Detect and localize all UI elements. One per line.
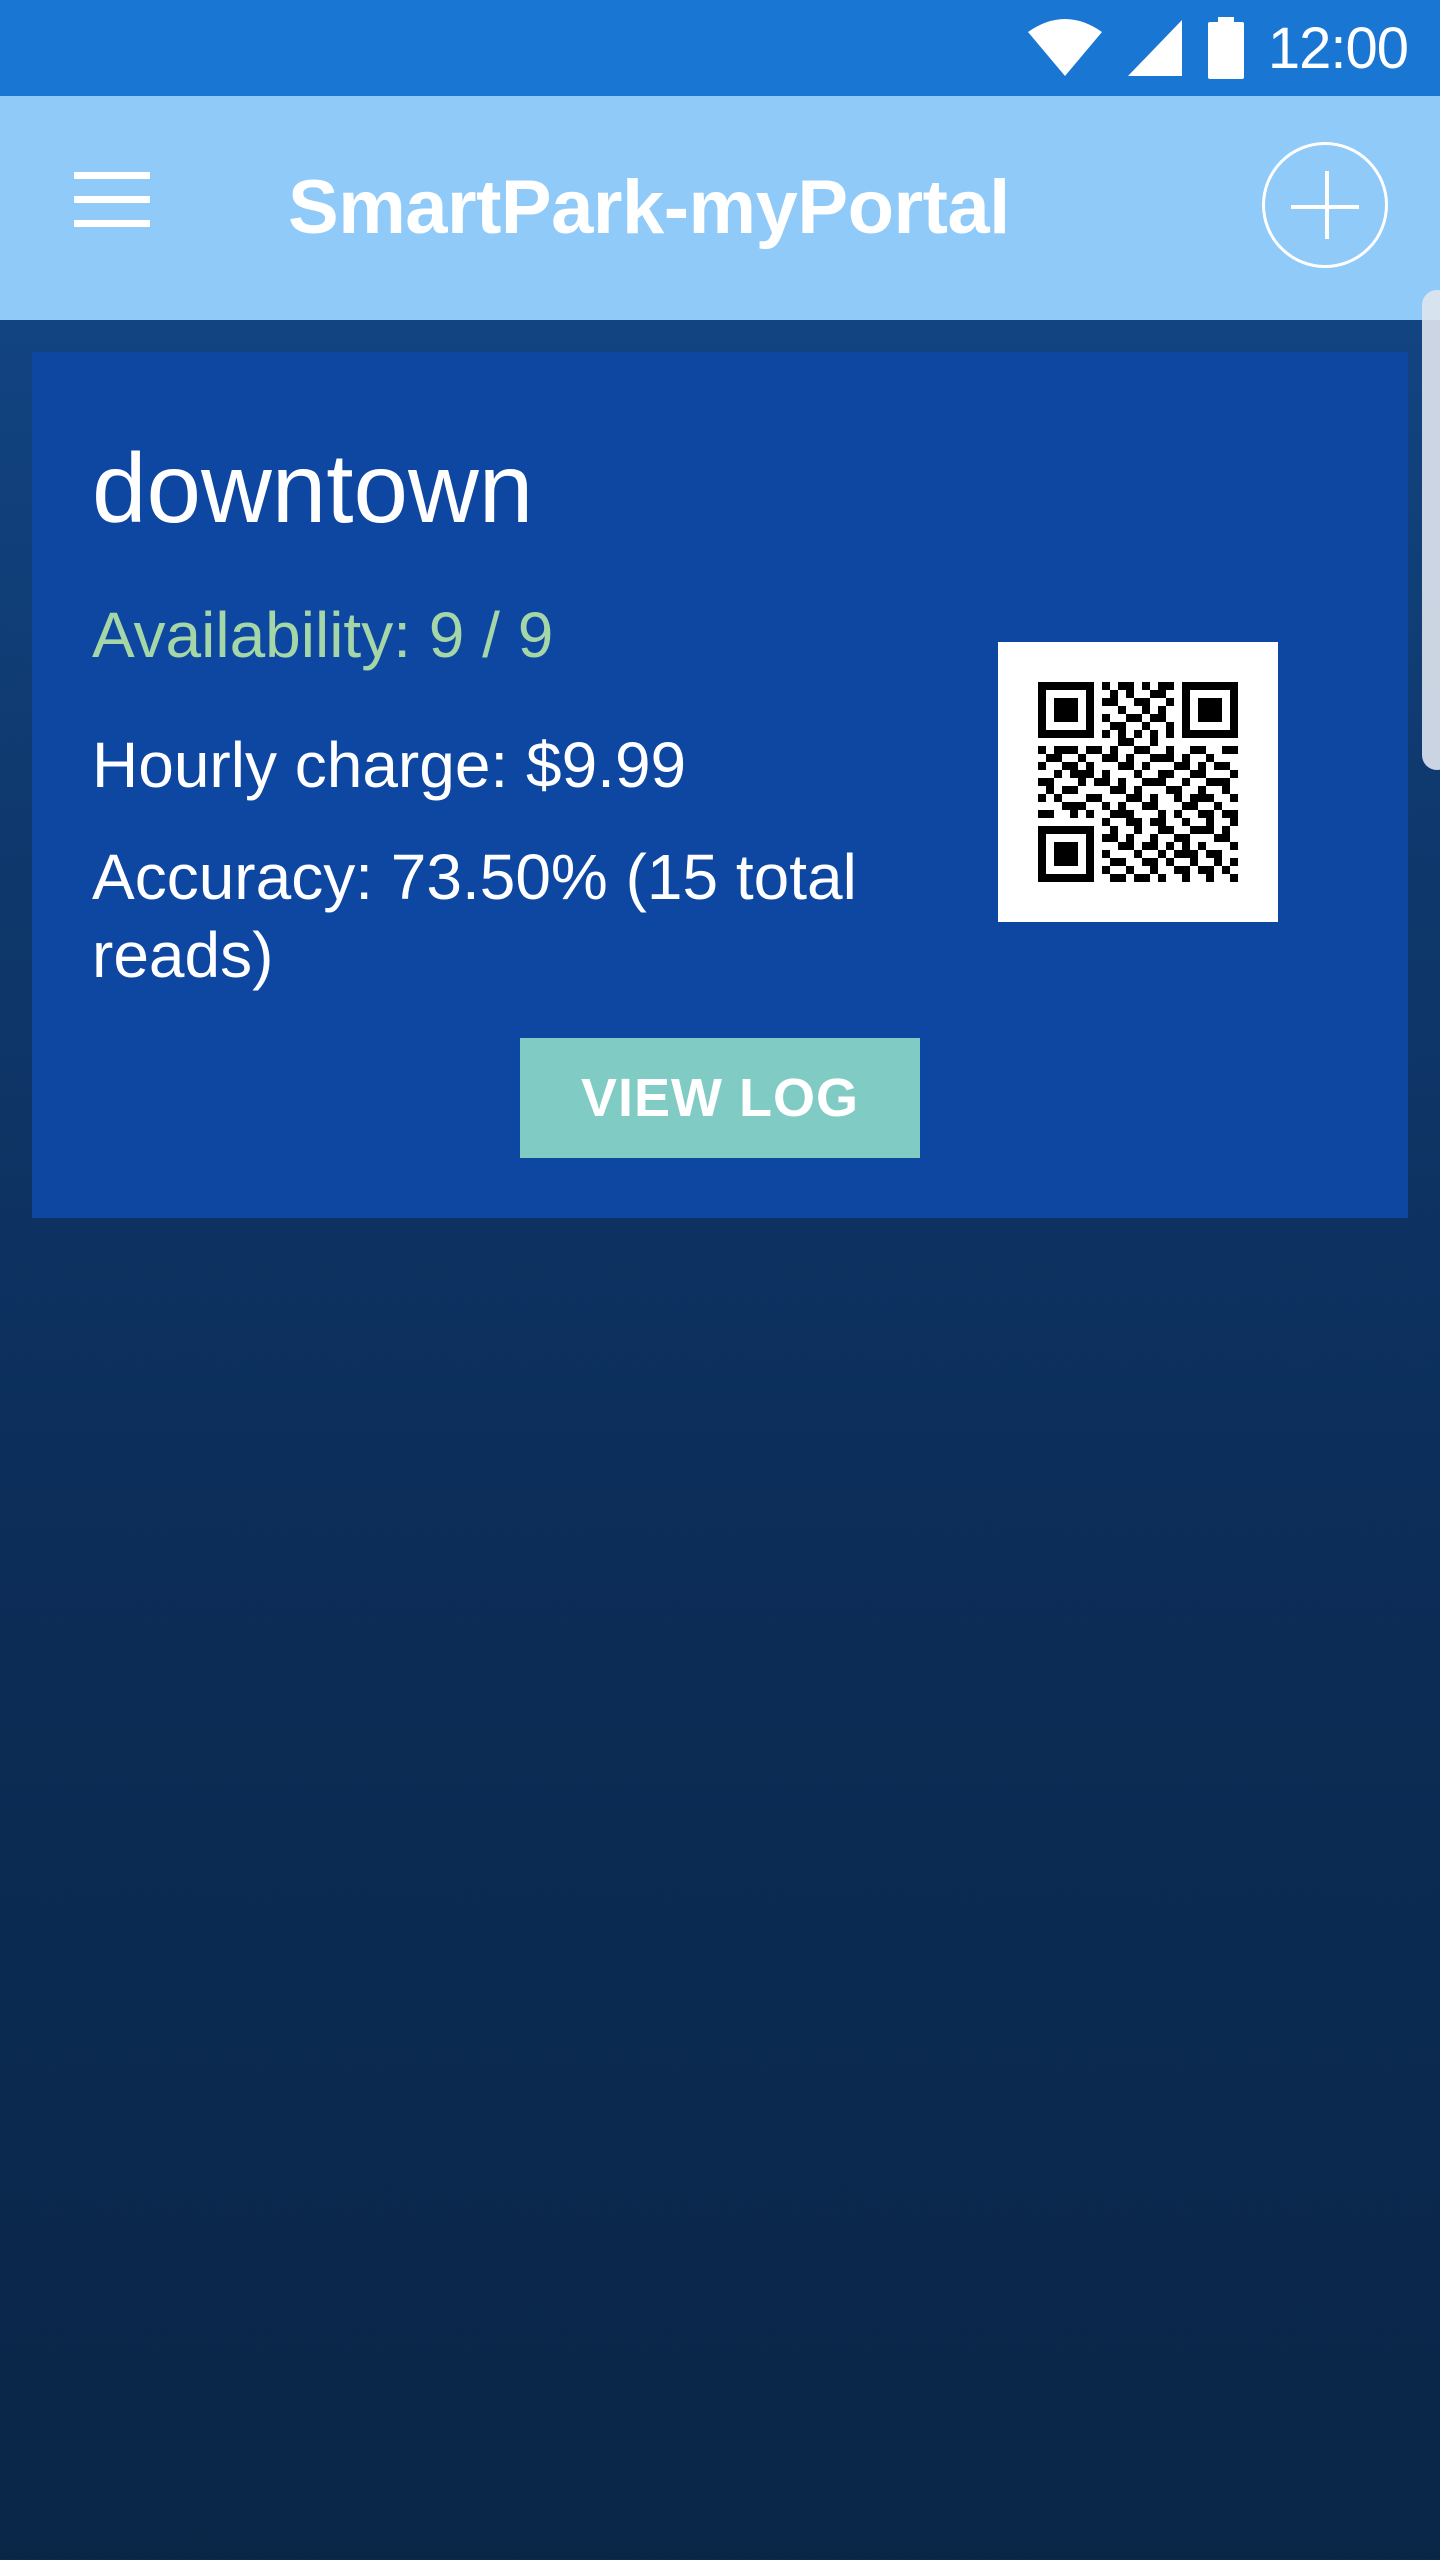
cell-signal-icon	[1127, 20, 1182, 76]
hamburger-menu-icon[interactable]	[62, 172, 162, 236]
app-bar: SmartPark-myPortal	[0, 96, 1440, 320]
status-bar: 12:00	[0, 0, 1440, 96]
battery-icon	[1207, 17, 1244, 79]
hourly-charge-text: Hourly charge: $9.99	[92, 729, 687, 801]
availability-text: Availability: 9 / 9	[92, 599, 554, 671]
app-title: SmartPark-myPortal	[288, 165, 1010, 250]
qr-code-icon	[1038, 682, 1238, 882]
parking-lot-card: downtown Availability: 9 / 9 Hourly char…	[32, 352, 1408, 1218]
accuracy-text: Accuracy: 73.50% (15 total reads)	[92, 841, 857, 991]
qr-code	[998, 642, 1278, 922]
status-icons: 12:00	[1026, 0, 1409, 96]
lot-name: downtown	[92, 433, 534, 543]
status-time: 12:00	[1267, 15, 1409, 81]
view-log-button[interactable]: VIEW LOG	[520, 1038, 920, 1158]
add-circle-icon[interactable]	[1262, 142, 1388, 268]
edge-panel-handle[interactable]	[1422, 290, 1440, 770]
wifi-icon	[1027, 19, 1102, 76]
